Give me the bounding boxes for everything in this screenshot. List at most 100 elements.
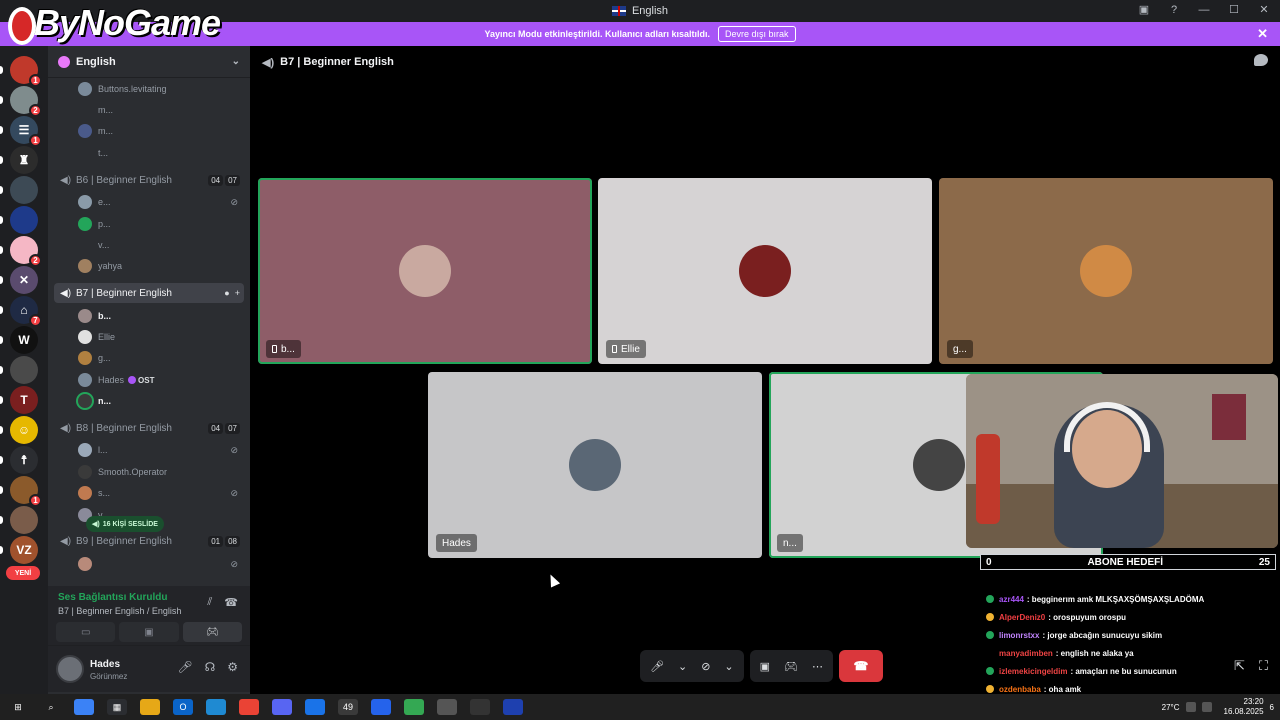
activity-button[interactable]: 🎮︎	[182, 622, 242, 642]
voice-member[interactable]: v...	[78, 236, 242, 254]
participant-tile[interactable]: b...	[258, 178, 592, 364]
user-limit: 04 07	[208, 174, 240, 186]
voice-channel-b9[interactable]: ◀) B9 | Beginner English 01 08	[54, 531, 244, 551]
start-icon[interactable]: ⊞	[8, 699, 28, 715]
activity-icon[interactable]: 🎮︎	[784, 660, 798, 673]
server-2-icon[interactable]: 2	[10, 86, 42, 117]
voice-member[interactable]: Hades OST	[78, 371, 242, 389]
app-icon[interactable]	[437, 699, 457, 715]
disable-streamer-mode-button[interactable]: Devre dışı bırak	[718, 26, 796, 42]
voice-member[interactable]: s... ⊘	[78, 484, 242, 502]
chrome-icon[interactable]	[404, 699, 424, 715]
copilot-icon[interactable]	[74, 699, 94, 715]
clock[interactable]: 23:20 16.08.2025	[1224, 697, 1264, 717]
server-vz-icon[interactable]: VZ	[10, 536, 38, 564]
server-w-icon[interactable]: W	[10, 326, 38, 354]
server-5-icon[interactable]	[10, 176, 38, 204]
server-11-icon[interactable]	[10, 356, 38, 384]
app-badge-icon[interactable]: 49	[338, 699, 358, 715]
voice-member[interactable]: m...	[78, 122, 242, 140]
voice-channel-b6[interactable]: ◀) B6 | Beginner English 04 07	[54, 170, 244, 190]
microphone-icon[interactable]: 🎤︎	[177, 660, 192, 674]
voice-member[interactable]: t...	[78, 144, 242, 162]
camera-off-icon[interactable]: ⊘	[701, 660, 710, 673]
pen-icon[interactable]	[371, 699, 391, 715]
search-icon[interactable]: ⌕	[41, 699, 61, 715]
server-1-icon[interactable]: 1	[10, 56, 42, 87]
server-7-icon[interactable]: 2	[10, 236, 42, 267]
notification-count[interactable]: 6	[1270, 703, 1274, 712]
screen-share-icon[interactable]: ▣	[760, 660, 770, 673]
server-4-icon[interactable]: ♜	[10, 146, 38, 174]
more-options-icon[interactable]: ⋯	[812, 660, 823, 673]
voice-connection-status[interactable]: Ses Bağlantısı Kuruldu	[58, 592, 167, 603]
obs-icon[interactable]	[470, 699, 490, 715]
chrome-icon[interactable]	[239, 699, 259, 715]
voice-member[interactable]: n...	[78, 392, 242, 410]
server-english-icon[interactable]	[10, 206, 38, 234]
server-8-icon[interactable]: ✕	[10, 266, 38, 294]
disconnect-button[interactable]: ☎	[839, 650, 883, 682]
voice-member[interactable]: Ellie	[78, 328, 242, 346]
chevron-down-icon[interactable]: ⌄	[678, 660, 687, 673]
gear-icon[interactable]: ⚙	[227, 660, 238, 674]
screen-share-button[interactable]: ▣	[119, 622, 179, 642]
edge-icon[interactable]	[206, 699, 226, 715]
inbox-icon[interactable]: ▣	[1136, 3, 1152, 16]
invite-icon[interactable]: +	[235, 288, 240, 298]
fullscreen-icon[interactable]: ⛶	[1259, 658, 1268, 674]
noise-suppression-icon[interactable]: ⫽	[207, 596, 212, 609]
chat-icon[interactable]: ●	[224, 288, 229, 298]
mention-badge: 2	[29, 104, 42, 117]
server-13-icon[interactable]: ☺	[10, 416, 38, 444]
voice-member[interactable]: Buttons.levitating	[78, 80, 242, 98]
chevron-down-icon[interactable]: ⌄	[724, 660, 733, 673]
voice-member[interactable]: yahya	[78, 257, 242, 275]
speaker-icon: ◀)	[60, 535, 72, 547]
voice-member[interactable]: b...	[78, 307, 242, 325]
headphones-icon[interactable]: ☊	[205, 660, 216, 674]
participant-tile[interactable]: g...	[939, 178, 1273, 364]
server-tdr-icon[interactable]: T	[10, 386, 38, 414]
maximize-button[interactable]: ☐	[1226, 3, 1242, 16]
chevron-down-icon[interactable]: ⌄	[232, 56, 240, 67]
folder-icon[interactable]	[140, 699, 160, 715]
store-icon[interactable]: ▦	[107, 699, 127, 715]
outlook-icon[interactable]: O	[173, 699, 193, 715]
server-14-icon[interactable]: ☨	[10, 446, 38, 474]
volume-icon[interactable]	[1201, 702, 1212, 712]
close-window-button[interactable]: ✕	[1256, 3, 1272, 16]
microphone-icon[interactable]: 🎤︎	[650, 660, 664, 673]
app-icon[interactable]	[503, 699, 523, 715]
banner-close-icon[interactable]: ✕	[1257, 26, 1268, 42]
voice-member[interactable]: e... ⊘	[78, 193, 242, 211]
voice-channel-b8[interactable]: ◀) B8 | Beginner English 04 07	[54, 418, 244, 438]
shield-icon[interactable]	[305, 699, 325, 715]
help-icon[interactable]: ?	[1166, 4, 1182, 16]
avatar[interactable]	[56, 655, 84, 683]
chat-bubble-icon[interactable]	[1254, 54, 1268, 66]
participant-tile[interactable]: Ellie	[598, 178, 932, 364]
voice-member[interactable]: ⊘	[78, 555, 242, 573]
server-16-icon[interactable]	[10, 506, 38, 534]
voice-member[interactable]: m...	[78, 101, 242, 119]
muted-icon: ⊘	[230, 558, 238, 569]
minimize-button[interactable]: —	[1196, 4, 1212, 16]
voice-count-pill[interactable]: ◀) 16 KİŞİ SESLİDE	[86, 516, 164, 532]
discord-icon[interactable]	[272, 699, 292, 715]
server-15-icon[interactable]: 1	[10, 476, 42, 507]
voice-channel-path[interactable]: B7 | Beginner English / English	[58, 606, 181, 616]
server-9-icon[interactable]: ⌂ 7	[10, 296, 42, 327]
camera-button[interactable]: ▭	[56, 622, 116, 642]
voice-member[interactable]: g...	[78, 349, 242, 367]
voice-channel-b7[interactable]: ◀) B7 | Beginner English ● +	[54, 283, 244, 303]
voice-member[interactable]: p...	[78, 215, 242, 233]
guild-header[interactable]: English ⌄	[48, 46, 250, 78]
voice-member[interactable]: l... ⊘	[78, 441, 242, 459]
disconnect-icon[interactable]: ☎	[224, 596, 238, 609]
popout-icon[interactable]: ⇱	[1234, 658, 1245, 674]
server-3-icon[interactable]: ☰ 1	[10, 116, 42, 147]
voice-member[interactable]: Smooth.Operator	[78, 463, 242, 481]
participant-tile[interactable]: Hades	[428, 372, 762, 558]
wifi-icon[interactable]	[1185, 702, 1196, 712]
